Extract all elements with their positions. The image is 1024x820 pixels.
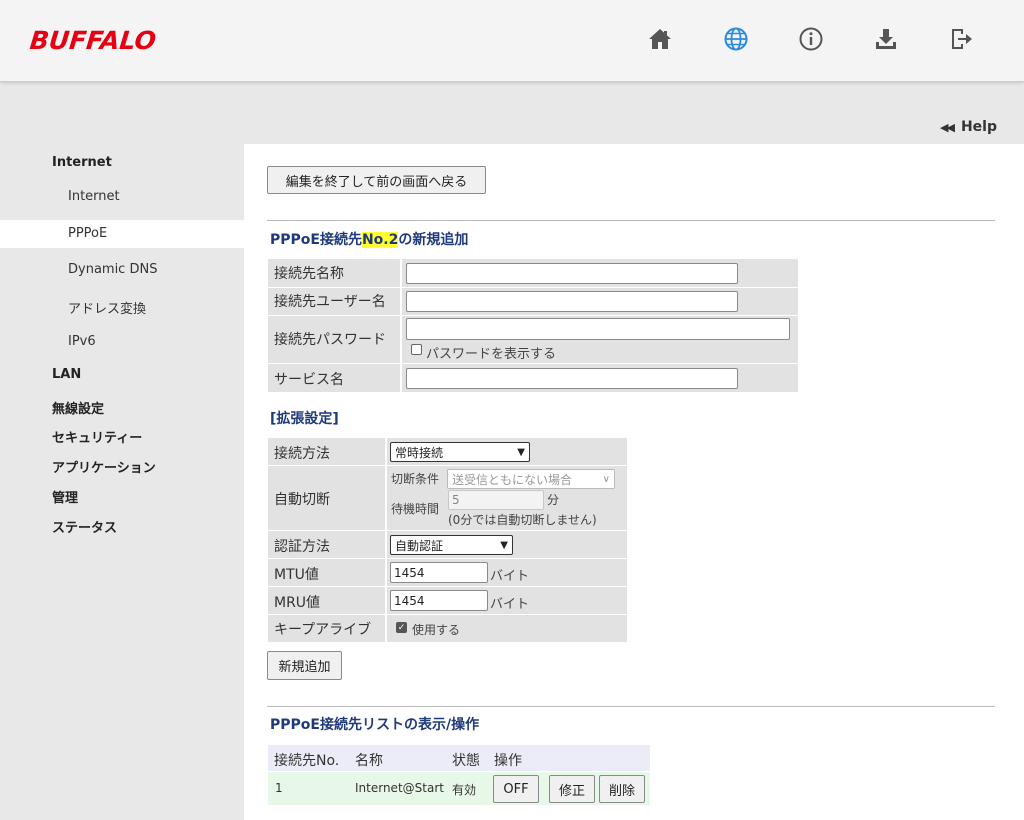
password-input[interactable] [406,318,790,340]
list-header-name: 名称 [355,753,383,769]
sidebar-item-ipv6[interactable]: IPv6 [68,334,96,349]
help-label: Help [960,119,997,135]
sidebar-category-status[interactable]: ステータス [52,517,117,536]
wait-unit: 分 [547,493,560,507]
mru-input[interactable]: 1454 [390,590,488,611]
auth-value: 自動認証 [395,538,444,553]
mru-label: MRU値 [274,595,321,611]
wait-input[interactable]: 5 [448,490,544,510]
sidebar-category-security[interactable]: セキュリティー [52,427,142,446]
row-separator [268,315,798,316]
sidebar-item-address-translation[interactable]: アドレス変換 [68,298,146,317]
condition-label: 切断条件 [391,472,440,486]
connect-method-value: 常時接続 [395,445,444,460]
page-title-suffix: の新規追加 [398,232,469,248]
connect-method-select[interactable]: 常時接続 ▼ [390,442,530,462]
extended-settings-title: [拡張設定] [270,411,339,427]
wait-note: (0分では自動切断しません) [448,513,597,527]
delete-button[interactable]: 削除 [599,775,645,803]
row-separator [268,287,798,288]
service-input[interactable] [406,368,738,389]
help-toggle[interactable]: ◀◀ Help [940,119,997,135]
mtu-unit: バイト [490,569,530,584]
row-no: 1 [275,781,283,795]
name-label: 接続先名称 [274,266,344,282]
download-icon[interactable] [873,26,899,52]
list-title: PPPoE接続先リストの表示/操作 [270,717,480,733]
mtu-label: MTU値 [274,567,319,583]
connect-method-label: 接続方法 [274,446,330,462]
column-separator [385,438,387,642]
top-header: BUFFALO [0,0,1024,82]
wait-label: 待機時間 [391,502,440,516]
off-button[interactable]: OFF [493,775,539,803]
chevron-down-icon: ∨ [602,473,610,485]
sidebar-category-application[interactable]: アプリケーション [52,457,156,476]
column-separator [400,259,402,392]
buffalo-logo: BUFFALO [28,26,158,55]
page-title-number: No.2 [361,232,399,248]
chevron-down-icon: ▼ [517,446,525,458]
list-header-status: 状態 [452,753,480,769]
condition-select[interactable]: 送受信ともにない場合 ∨ [447,469,615,489]
row-status: 有効 [452,783,477,797]
auth-select[interactable]: 自動認証 ▼ [390,535,513,555]
info-icon[interactable] [798,26,824,52]
edit-button[interactable]: 修正 [549,775,595,803]
divider [267,220,995,221]
keepalive-option-label: 使用する [412,623,461,637]
show-password-label: パスワードを表示する [426,347,557,362]
auto-disconnect-label: 自動切断 [274,492,330,508]
sidebar-item-dynamic-dns[interactable]: Dynamic DNS [68,262,157,277]
row-separator [268,363,798,364]
page-title: PPPoE接続先No.2の新規追加 [270,229,468,249]
condition-value: 送受信ともにない場合 [452,472,573,487]
add-new-button[interactable]: 新規追加 [267,651,342,680]
name-input[interactable] [406,263,738,284]
chevron-down-icon: ▼ [500,539,508,551]
divider [267,706,995,707]
show-password-checkbox[interactable] [411,344,422,355]
user-input[interactable] [406,291,738,312]
list-header-action: 操作 [494,753,522,769]
row-name: Internet@Start [355,781,444,795]
list-header-no: 接続先No. [274,753,340,769]
sidebar-item-pppoe[interactable]: PPPoE [68,226,107,241]
sidebar-category-management[interactable]: 管理 [52,487,78,506]
sidebar-category-internet[interactable]: Internet [52,155,112,170]
double-left-arrow-icon: ◀◀ [940,120,955,134]
keepalive-checkbox[interactable]: ✓ [396,622,407,633]
sidebar-category-lan[interactable]: LAN [52,367,81,382]
service-label: サービス名 [274,372,344,388]
sidebar-active-highlight [0,220,244,248]
auth-label: 認証方法 [274,539,330,555]
home-icon[interactable] [647,26,673,52]
sidebar-category-wireless[interactable]: 無線設定 [52,398,104,417]
page-title-prefix: PPPoE接続先 [270,232,362,248]
mru-unit: バイト [490,597,530,612]
user-label: 接続先ユーザー名 [274,294,386,310]
keepalive-label: キープアライブ [274,622,372,638]
globe-icon[interactable] [723,26,749,52]
sidebar-item-internet[interactable]: Internet [68,189,120,204]
password-label: 接続先パスワード [274,332,386,348]
logout-icon[interactable] [948,26,974,52]
back-button[interactable]: 編集を終了して前の画面へ戻る [267,166,486,194]
mtu-input[interactable]: 1454 [390,562,488,583]
